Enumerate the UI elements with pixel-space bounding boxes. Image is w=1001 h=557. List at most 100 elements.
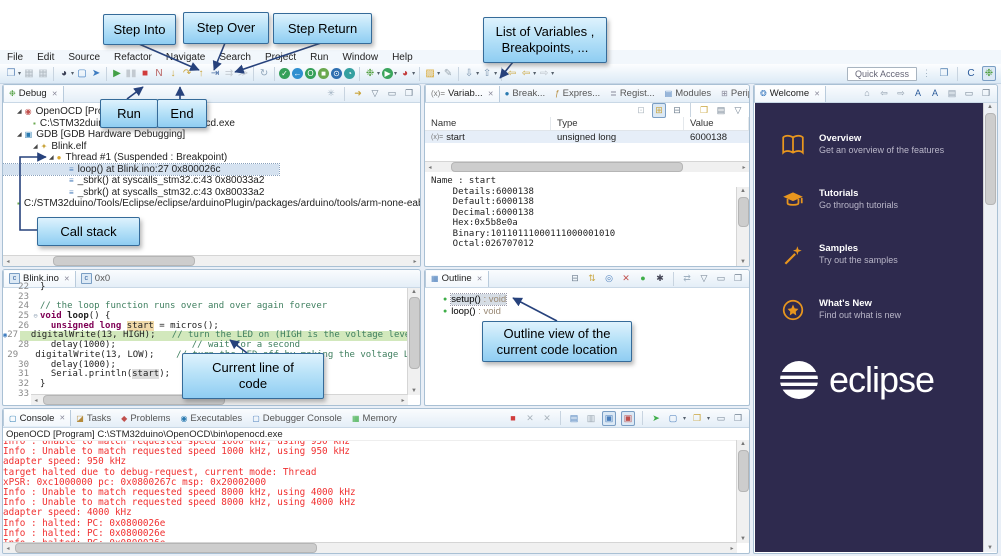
tab-welcome[interactable]: ❂ Welcome ✕	[754, 86, 826, 102]
debug-hscrollbar[interactable]: ◂▸	[3, 255, 420, 266]
hide-frames-icon[interactable]: ≫	[237, 67, 249, 80]
word-wrap-icon[interactable]: ▥	[585, 412, 597, 425]
console-vscrollbar[interactable]: ▲ ▼	[736, 440, 749, 543]
save-all-icon[interactable]: ▦	[37, 67, 49, 80]
filters-icon[interactable]: ✱	[654, 272, 666, 285]
back-icon[interactable]: ⇦	[878, 87, 890, 100]
minimize-icon[interactable]: ▭	[386, 87, 398, 100]
debug-tree-item[interactable]: ▪C:/STM32duino/Tools/Eclipse/eclipse/ard…	[3, 198, 420, 210]
disconnect-icon[interactable]: N	[153, 67, 165, 80]
close-icon[interactable]: ✕	[477, 275, 483, 283]
menu-help[interactable]: Help	[385, 50, 420, 64]
tab-outline[interactable]: ▦ Outline ✕	[425, 271, 489, 287]
step-over-icon[interactable]: ↷	[181, 67, 193, 80]
cpp-perspective-icon[interactable]: C	[965, 67, 977, 80]
open-console-icon-dropdown[interactable]: ▾	[707, 415, 710, 422]
debug-tree-item[interactable]: ◢●Thread #1 (Suspended : Breakpoint)	[3, 152, 420, 164]
expander-icon[interactable]: ◢	[33, 143, 38, 150]
fold-marker[interactable]: ⊖	[31, 312, 40, 322]
forward-icon-dropdown[interactable]: ▾	[551, 70, 554, 77]
verify-icon[interactable]: ✓	[279, 68, 290, 79]
show-stdout-icon[interactable]: ▤	[568, 412, 580, 425]
maximize-icon[interactable]: ❐	[403, 87, 415, 100]
view-menu-icon[interactable]: ▽	[732, 104, 744, 117]
menu-refactor[interactable]: Refactor	[107, 50, 159, 64]
debug-tree-item[interactable]: ≡_sbrk() at syscalls_stm32.c:43 0x80033a…	[3, 175, 420, 187]
open-console-icon[interactable]: ❐	[691, 412, 703, 425]
debug-target-icon[interactable]: ◕	[58, 67, 70, 80]
display-console-icon-dropdown[interactable]: ▾	[683, 415, 686, 422]
collapse-all-icon[interactable]: ⊟	[671, 104, 683, 117]
maximize-icon[interactable]: ❐	[732, 412, 744, 425]
minimize-icon[interactable]: ▭	[715, 412, 727, 425]
profile-icon[interactable]: ◕	[399, 67, 411, 80]
tab-expres-[interactable]: ƒExpres...	[550, 86, 605, 102]
refresh-icon[interactable]: ↻	[258, 67, 270, 80]
menu-project[interactable]: Project	[258, 50, 303, 64]
step-return-icon[interactable]: ↑	[195, 67, 207, 80]
view-menu-icon[interactable]: ▽	[369, 87, 381, 100]
debug-icon-dropdown[interactable]: ▾	[377, 70, 380, 77]
serial-console-icon[interactable]: ▢	[76, 67, 88, 80]
run-icon-dropdown[interactable]: ▾	[394, 70, 397, 77]
minimize-icon[interactable]: ▭	[963, 87, 975, 100]
back-icon[interactable]: ⇦	[520, 67, 532, 80]
terminate-icon[interactable]: ■	[139, 67, 151, 80]
quick-access-box[interactable]: Quick Access	[847, 67, 917, 81]
outline-item[interactable]: ●setup() : void	[425, 293, 749, 305]
close-icon[interactable]: ✕	[488, 90, 494, 98]
instruction-stepping-icon[interactable]: ⇥	[209, 67, 221, 80]
remove-all-terminated-icon[interactable]: ✳	[325, 87, 337, 100]
next-annotation-icon[interactable]: ⇩	[463, 67, 475, 80]
close-icon[interactable]: ✕	[814, 90, 820, 98]
tab-memory[interactable]: ▦Memory	[347, 410, 402, 426]
step-into-icon[interactable]: ↓	[167, 67, 179, 80]
variable-details-pane[interactable]: Name : start Details:6000138 Default:600…	[425, 172, 749, 250]
menu-search[interactable]: Search	[212, 50, 258, 64]
terminate-icon[interactable]: ■	[507, 412, 519, 425]
welcome-item-book[interactable]: OverviewGet an overview of the features	[781, 133, 996, 157]
expander-icon[interactable]: ◢	[49, 154, 54, 161]
font-larger-icon[interactable]: A	[929, 87, 941, 100]
activate-on-output-icon[interactable]: ▣	[621, 411, 635, 426]
pin-console-icon[interactable]: ➤	[650, 412, 662, 425]
sort-icon[interactable]: ⇅	[586, 272, 598, 285]
maximize-icon[interactable]: ❐	[732, 272, 744, 285]
tab-console[interactable]: ▢Console✕	[3, 410, 71, 426]
menu-window[interactable]: Window	[335, 50, 385, 64]
inspect-icon[interactable]: ⊙	[331, 68, 342, 79]
copy-view-icon[interactable]: ▤	[715, 104, 727, 117]
column-value[interactable]: Value	[684, 117, 749, 130]
back-target-icon[interactable]: ←	[292, 68, 303, 79]
restart-icon[interactable]: ➜	[352, 87, 364, 100]
remove-launch-icon[interactable]: ✕	[524, 412, 536, 425]
minimize-icon[interactable]: ▭	[715, 272, 727, 285]
tab-problems[interactable]: ◆Problems	[116, 410, 175, 426]
tab-debug[interactable]: ❉ Debug ✕	[3, 86, 64, 102]
mark-occurrences-icon[interactable]: ✎	[442, 67, 454, 80]
debug-tree-item[interactable]: ◢▣GDB [GDB Hardware Debugging]	[3, 129, 420, 141]
save-icon[interactable]: ▦	[23, 67, 35, 80]
tab-variab-[interactable]: (x)=Variab...✕	[425, 86, 500, 102]
debug-target-icon-dropdown[interactable]: ▾	[71, 70, 74, 77]
run-icon[interactable]: ▶	[382, 68, 393, 79]
debug-tree-item[interactable]: ◢✦Blink.elf	[3, 141, 420, 153]
new-wizard-icon[interactable]: ❐	[5, 67, 17, 80]
tab-0x0[interactable]: c0x0	[76, 271, 115, 287]
debug-tree-item[interactable]: ≡_sbrk() at syscalls_stm32.c:43 0x80033a…	[3, 187, 420, 199]
column-name[interactable]: Name	[425, 117, 551, 130]
tab-tasks[interactable]: ◪Tasks	[71, 410, 116, 426]
scroll-lock-icon[interactable]: ▣	[602, 411, 616, 426]
console-output[interactable]: Info : Unable to match requested speed 1…	[3, 441, 749, 544]
show-type-names-icon[interactable]: ⊡	[635, 104, 647, 117]
welcome-item-wand[interactable]: SamplesTry out the samples	[781, 243, 996, 267]
menu-edit[interactable]: Edit	[30, 50, 61, 64]
outline-item[interactable]: ●loop() : void	[425, 305, 749, 317]
openocd-icon[interactable]: O	[305, 68, 316, 79]
collapse-all-icon[interactable]: ⊟	[569, 272, 581, 285]
console-hscrollbar[interactable]: ◂▸	[3, 542, 737, 553]
next-annotation-icon-dropdown[interactable]: ▾	[476, 70, 479, 77]
tab-regist-[interactable]: ≣Regist...	[605, 86, 660, 102]
debug-perspective-icon[interactable]: ❉	[982, 66, 996, 81]
welcome-item-star[interactable]: What's NewFind out what is new	[781, 298, 996, 322]
